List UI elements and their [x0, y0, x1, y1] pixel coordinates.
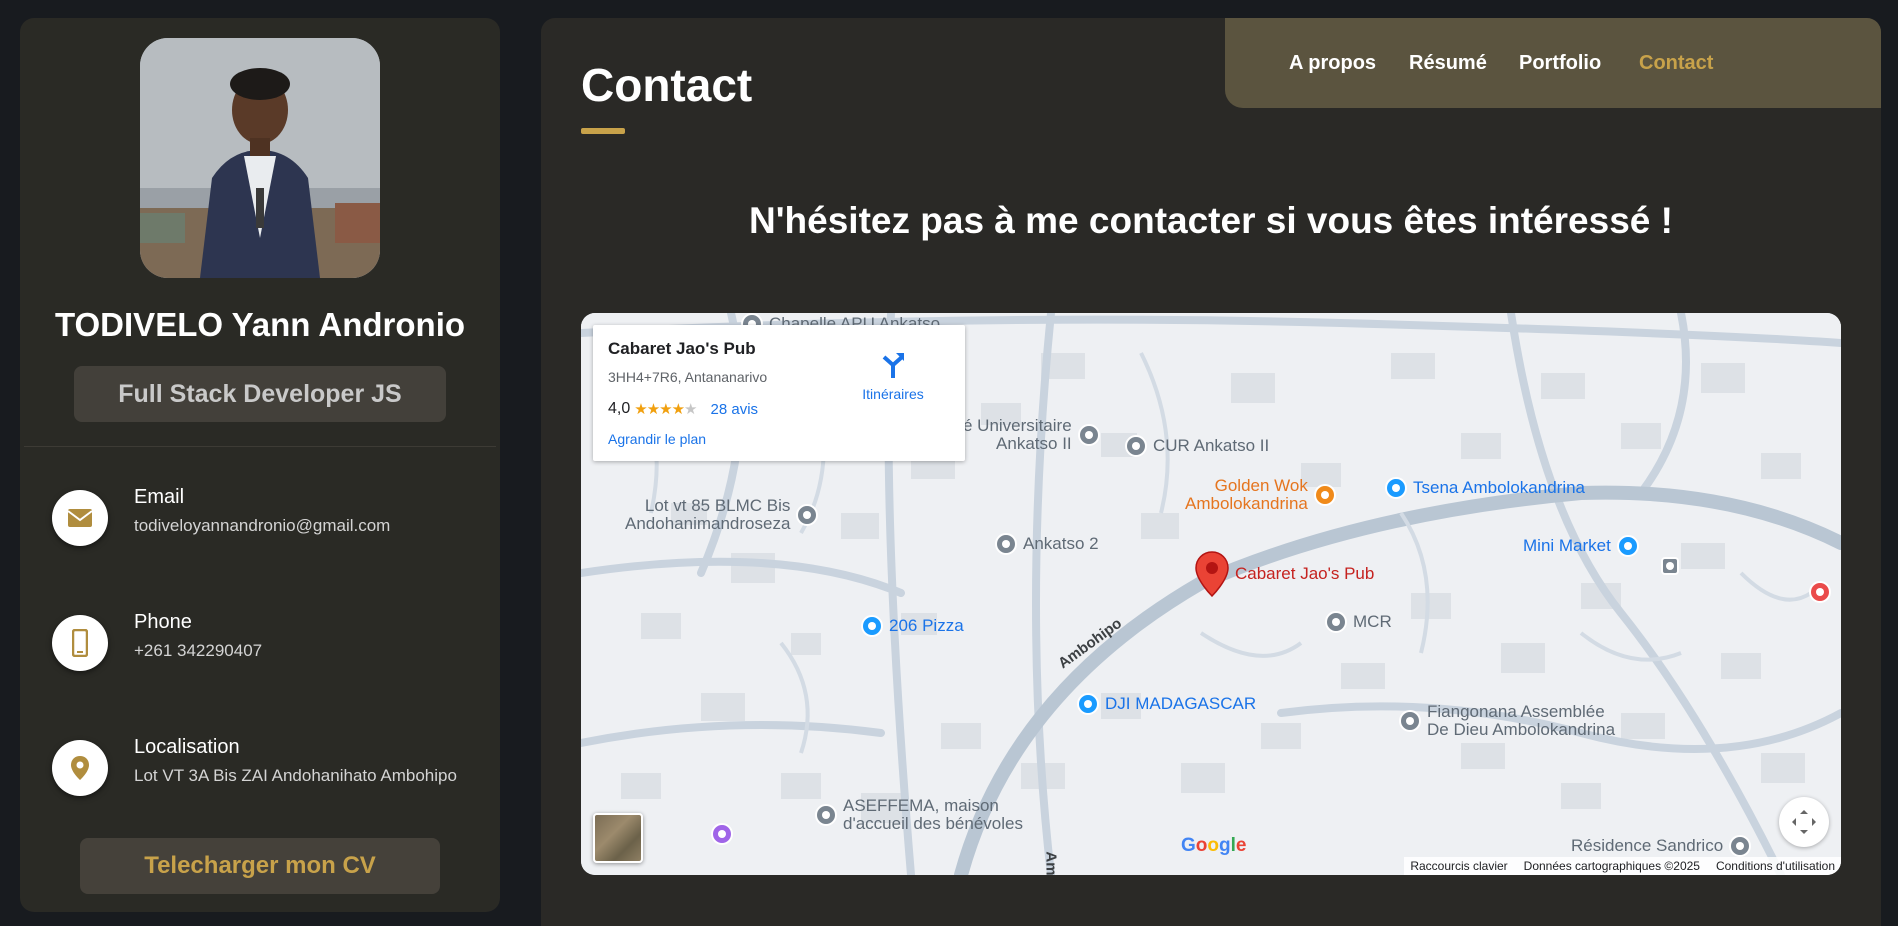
red-location-pin-icon — [1195, 551, 1229, 597]
poi-ankatso-2[interactable]: Ankatso 2 — [995, 533, 1099, 555]
google-map-embed[interactable]: Chapelle APU Ankatso é Universitaire Anka… — [581, 313, 1841, 875]
school-icon — [995, 533, 1017, 555]
terms-link[interactable]: Conditions d'utilisation — [1716, 859, 1835, 873]
nav-item-resume[interactable]: Résumé — [1409, 18, 1487, 108]
profile-name: TODIVELO Yann Andronio — [54, 306, 466, 343]
enlarge-map-link[interactable]: Agrandir le plan — [608, 431, 706, 447]
contact-email-value[interactable]: todiveloyannandronio@gmail.com — [134, 516, 390, 536]
place-address: 3HH4+7R6, Antananarivo — [608, 369, 768, 385]
fullscreen-button[interactable] — [1779, 797, 1829, 847]
place-icon — [1729, 835, 1752, 857]
poi-206-pizza[interactable]: 206 Pizza — [861, 615, 964, 637]
top-navbar: A propos Résumé Portfolio Contact — [1225, 18, 1881, 108]
place-title: Cabaret Jao's Pub — [608, 339, 756, 358]
bus-stop-icon[interactable] — [1661, 557, 1679, 575]
map-data-attribution: Données cartographiques ©2025 — [1523, 859, 1700, 873]
profile-sidebar: TODIVELO Yann Andronio Full Stack Develo… — [20, 18, 500, 912]
contact-phone: Phone +261 342290407 — [52, 611, 492, 681]
place-info-card: Cabaret Jao's Pub 3HH4+7R6, Antananarivo… — [593, 325, 965, 461]
poi-dji-madagascar[interactable]: DJI MADAGASCAR — [1077, 693, 1256, 715]
place-rating: 4,0 ★★★★★ 28 avis — [608, 400, 758, 418]
poi-residence-sandrico[interactable]: Résidence Sandrico — [1571, 835, 1752, 857]
contact-phone-title: Phone — [134, 611, 192, 633]
poi-fiangonana[interactable]: Fiangonana Assemblée De Dieu Ambolokandri… — [1399, 703, 1615, 739]
main-panel: A propos Résumé Portfolio Contact Contac… — [541, 18, 1881, 926]
road-label-bottom: Am — [1042, 851, 1060, 875]
shopping-bag-icon — [1077, 693, 1099, 715]
poi-cite-universitaire[interactable]: é Universitaire Ankatso II — [963, 417, 1100, 453]
star-rating-icon: ★★★★★ — [634, 401, 697, 418]
map-layer-toggle[interactable] — [593, 813, 643, 863]
envelope-icon — [52, 490, 108, 546]
building-icon — [1125, 435, 1147, 457]
directions-label: Itinéraires — [862, 386, 924, 402]
keyboard-shortcuts-link[interactable]: Raccourcis clavier — [1410, 859, 1507, 873]
contact-email-title: Email — [134, 486, 185, 508]
poi-tsena-ambolokandrina[interactable]: Tsena Ambolokandrina — [1385, 477, 1585, 499]
nav-item-portfolio[interactable]: Portfolio — [1519, 18, 1601, 108]
poi-purple-marker[interactable] — [711, 823, 733, 845]
directions-button[interactable]: Itinéraires — [843, 351, 943, 402]
rating-value: 4,0 — [608, 400, 631, 417]
reviews-link[interactable]: 28 avis — [711, 401, 759, 418]
map-footer: Raccourcis clavier Données cartographiqu… — [1404, 857, 1841, 875]
contact-location-title: Localisation — [134, 736, 240, 758]
title-underline — [581, 128, 625, 134]
download-cv-button[interactable]: Telecharger mon CV — [80, 838, 440, 894]
place-icon — [815, 803, 837, 826]
contact-location-value: Lot VT 3A Bis ZAI Andohanihato Ambohipo — [134, 766, 457, 785]
profile-role-badge: Full Stack Developer JS — [74, 366, 446, 422]
poi-mini-market[interactable]: Mini Market — [1523, 535, 1639, 557]
place-icon — [1325, 611, 1347, 633]
google-logo: Google — [1181, 835, 1247, 856]
contact-tagline: N'hésitez pas à me contacter si vous ête… — [749, 200, 1673, 241]
nav-item-contact[interactable]: Contact — [1639, 18, 1713, 108]
poi-aseffema[interactable]: ASEFFEMA, maison d'accueil des bénévoles — [815, 797, 1023, 833]
contact-phone-value[interactable]: +261 342290407 — [134, 641, 262, 661]
profile-photo-image — [140, 38, 380, 278]
contact-email: Email todiveloyannandronio@gmail.com — [52, 486, 492, 556]
profile-photo — [140, 38, 380, 278]
place-icon — [1809, 581, 1831, 603]
nav-item-a-propos[interactable]: A propos — [1289, 18, 1376, 108]
directions-icon — [882, 353, 904, 378]
place-icon — [711, 823, 733, 845]
poi-red-marker[interactable] — [1809, 581, 1831, 603]
contact-location: Localisation Lot VT 3A Bis ZAI Andohanih… — [52, 736, 492, 806]
page-title: Contact — [581, 59, 753, 111]
poi-lot-vt-85[interactable]: Lot vt 85 BLMC Bis Andohanimandroseza — [625, 497, 819, 533]
location-pin-icon — [52, 740, 108, 796]
poi-mcr[interactable]: MCR — [1325, 611, 1392, 633]
phone-icon — [52, 615, 108, 671]
restaurant-icon — [1313, 483, 1336, 506]
shopping-bag-icon — [861, 615, 883, 637]
poi-cabaret-jaos-pub[interactable]: Cabaret Jao's Pub — [1195, 551, 1374, 597]
poi-cur-ankatso-ii[interactable]: CUR Ankatso II — [1125, 435, 1269, 457]
church-icon — [1399, 709, 1421, 732]
sidebar-divider — [24, 446, 496, 447]
shopping-cart-icon — [1616, 535, 1639, 557]
shopping-cart-icon — [1385, 477, 1407, 499]
place-icon — [796, 503, 819, 526]
school-icon — [1077, 423, 1100, 446]
poi-golden-wok[interactable]: Golden Wok Ambolokandrina — [1185, 477, 1336, 513]
fullscreen-icon — [1792, 810, 1816, 834]
